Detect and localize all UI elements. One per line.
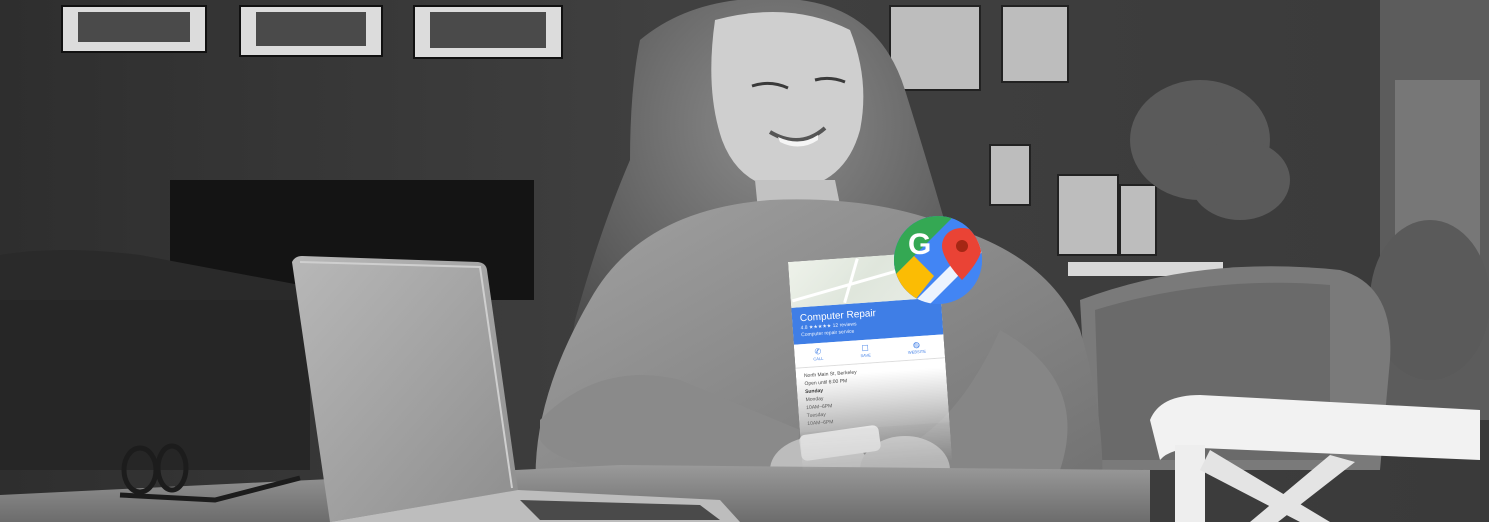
background-photo bbox=[0, 0, 1489, 522]
hero-banner: Computer Repair 4.8 ★★★★★ 12 reviews Com… bbox=[0, 0, 1489, 522]
google-maps-logo: G bbox=[894, 216, 982, 304]
card-details: North Main St, Berkeley Open until 6:00 … bbox=[795, 358, 950, 433]
logo-letter: G bbox=[908, 228, 931, 261]
website-button[interactable]: ◍ WEBSITE bbox=[907, 340, 926, 356]
save-button[interactable]: ☐ SAVE bbox=[860, 343, 871, 359]
maps-pin-icon: G bbox=[894, 216, 982, 304]
call-button[interactable]: ✆ CALL bbox=[813, 347, 824, 363]
